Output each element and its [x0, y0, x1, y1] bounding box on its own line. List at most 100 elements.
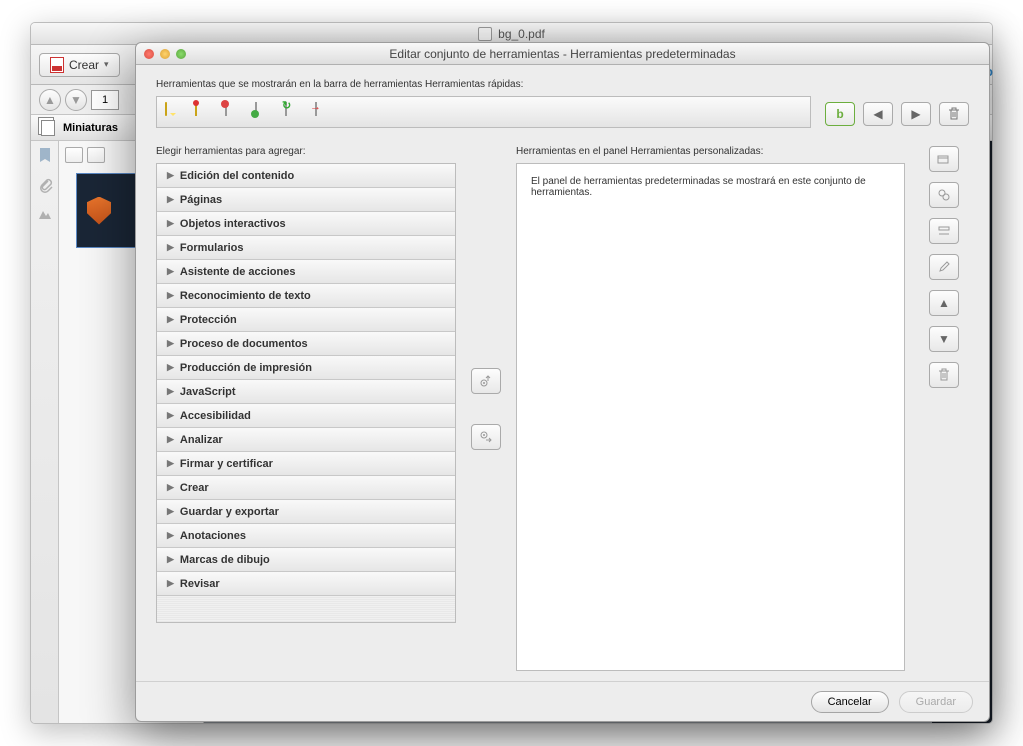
add-to-quickbar-button[interactable]	[471, 368, 501, 394]
panel-action-buttons: ▲ ▼	[919, 146, 969, 671]
category-item[interactable]: ▶Edición del contenido	[157, 164, 455, 188]
disclosure-triangle-icon: ▶	[167, 242, 174, 253]
category-item[interactable]: ▶Protección	[157, 308, 455, 332]
add-section-button[interactable]	[929, 146, 959, 172]
category-item[interactable]: ▶Producción de impresión	[157, 356, 455, 380]
sticky-note-icon[interactable]	[195, 103, 215, 121]
category-item[interactable]: ▶Anotaciones	[157, 524, 455, 548]
category-item[interactable]: ▶Marcas de dibujo	[157, 548, 455, 572]
disclosure-triangle-icon: ▶	[167, 578, 174, 589]
pages-icon	[41, 120, 55, 136]
disclosure-triangle-icon: ▶	[167, 410, 174, 421]
list-filler	[157, 596, 455, 623]
group-icon	[937, 188, 951, 202]
shield-icon	[87, 197, 111, 225]
disclosure-triangle-icon: ▶	[167, 314, 174, 325]
add-to-panel-button[interactable]	[471, 424, 501, 450]
thumbnails-label: Miniaturas	[63, 122, 118, 134]
page-up-button[interactable]: ▲	[39, 89, 61, 111]
category-item[interactable]: ▶Firmar y certificar	[157, 452, 455, 476]
traffic-lights	[144, 49, 186, 59]
rotate-page-icon[interactable]	[285, 103, 305, 121]
add-page-icon[interactable]	[255, 103, 275, 121]
page-down-button[interactable]: ▼	[65, 89, 87, 111]
add-buttons-column	[456, 146, 516, 671]
disclosure-triangle-icon: ▶	[167, 194, 174, 205]
disclosure-triangle-icon: ▶	[167, 530, 174, 541]
quick-tools-label: Herramientas que se mostrarán en la barr…	[156, 79, 811, 90]
remove-item-button[interactable]	[929, 362, 959, 388]
comment-icon[interactable]	[165, 103, 185, 121]
category-item[interactable]: ▶Guardar y exportar	[157, 500, 455, 524]
tool-categories-list[interactable]: ▶Edición del contenido ▶Páginas ▶Objetos…	[156, 163, 456, 623]
edit-toolset-dialog: Editar conjunto de herramientas - Herram…	[135, 42, 990, 722]
delete-page-icon[interactable]	[225, 103, 245, 121]
delete-set-button[interactable]	[939, 102, 969, 126]
trash-icon	[948, 107, 960, 121]
add-right-icon	[479, 430, 493, 444]
current-set-button[interactable]: b	[825, 102, 855, 126]
document-title: bg_0.pdf	[498, 27, 545, 41]
disclosure-triangle-icon: ▶	[167, 386, 174, 397]
disclosure-triangle-icon: ▶	[167, 554, 174, 565]
cancel-button[interactable]: Cancelar	[811, 691, 889, 713]
custom-tools-label: Herramientas en el panel Herramientas pe…	[516, 146, 905, 157]
category-item[interactable]: ▶Páginas	[157, 188, 455, 212]
category-item[interactable]: ▶JavaScript	[157, 380, 455, 404]
disclosure-triangle-icon: ▶	[167, 290, 174, 301]
tools-selection-row: Elegir herramientas para agregar: ▶Edici…	[156, 146, 969, 671]
add-group-button[interactable]	[929, 182, 959, 208]
dialog-footer: Cancelar Guardar	[136, 681, 989, 721]
pencil-icon	[938, 261, 950, 273]
disclosure-triangle-icon: ▶	[167, 362, 174, 373]
quick-nav-buttons: b ◀ ▶	[825, 102, 969, 126]
category-item[interactable]: ▶Objetos interactivos	[157, 212, 455, 236]
category-item[interactable]: ▶Formularios	[157, 236, 455, 260]
category-item[interactable]: ▶Analizar	[157, 428, 455, 452]
divider-icon	[937, 225, 951, 237]
bookmark-icon[interactable]	[37, 147, 53, 163]
category-item[interactable]: ▶Reconocimiento de texto	[157, 284, 455, 308]
category-item[interactable]: ▶Accesibilidad	[157, 404, 455, 428]
chevron-down-icon: ▾	[104, 59, 109, 70]
section-icon	[937, 153, 951, 165]
disclosure-triangle-icon: ▶	[167, 434, 174, 445]
disclosure-triangle-icon: ▶	[167, 338, 174, 349]
disclosure-triangle-icon: ▶	[167, 266, 174, 277]
trash-icon	[938, 368, 950, 382]
extract-page-icon[interactable]	[315, 103, 335, 121]
thumb-options-button[interactable]	[65, 147, 83, 163]
dialog-body: Herramientas que se mostrarán en la barr…	[136, 65, 989, 681]
edit-item-button[interactable]	[929, 254, 959, 280]
page-number-input[interactable]	[91, 90, 119, 110]
move-down-button[interactable]: ▼	[929, 326, 959, 352]
zoom-window-button[interactable]	[176, 49, 186, 59]
category-item[interactable]: ▶Asistente de acciones	[157, 260, 455, 284]
choose-tools-label: Elegir herramientas para agregar:	[156, 146, 456, 157]
signatures-icon[interactable]	[37, 207, 53, 223]
disclosure-triangle-icon: ▶	[167, 218, 174, 229]
disclosure-triangle-icon: ▶	[167, 458, 174, 469]
close-window-button[interactable]	[144, 49, 154, 59]
custom-panel-message: El panel de herramientas predeterminadas…	[531, 176, 866, 198]
custom-tools-panel[interactable]: El panel de herramientas predeterminadas…	[516, 163, 905, 671]
create-button[interactable]: Crear ▾	[39, 53, 120, 77]
category-item[interactable]: ▶Crear	[157, 476, 455, 500]
move-up-button[interactable]: ▲	[929, 290, 959, 316]
prev-set-button[interactable]: ◀	[863, 102, 893, 126]
thumb-new-button[interactable]	[87, 147, 105, 163]
category-item[interactable]: ▶Proceso de documentos	[157, 332, 455, 356]
add-up-icon	[479, 374, 493, 388]
disclosure-triangle-icon: ▶	[167, 506, 174, 517]
category-item[interactable]: ▶Revisar	[157, 572, 455, 596]
next-set-button[interactable]: ▶	[901, 102, 931, 126]
side-rail	[31, 141, 59, 723]
minimize-window-button[interactable]	[160, 49, 170, 59]
attachment-icon[interactable]	[37, 177, 53, 193]
create-label: Crear	[69, 58, 99, 72]
dialog-titlebar: Editar conjunto de herramientas - Herram…	[136, 43, 989, 65]
add-divider-button[interactable]	[929, 218, 959, 244]
save-button[interactable]: Guardar	[899, 691, 973, 713]
quick-tools-row: Herramientas que se mostrarán en la barr…	[156, 79, 969, 128]
disclosure-triangle-icon: ▶	[167, 482, 174, 493]
